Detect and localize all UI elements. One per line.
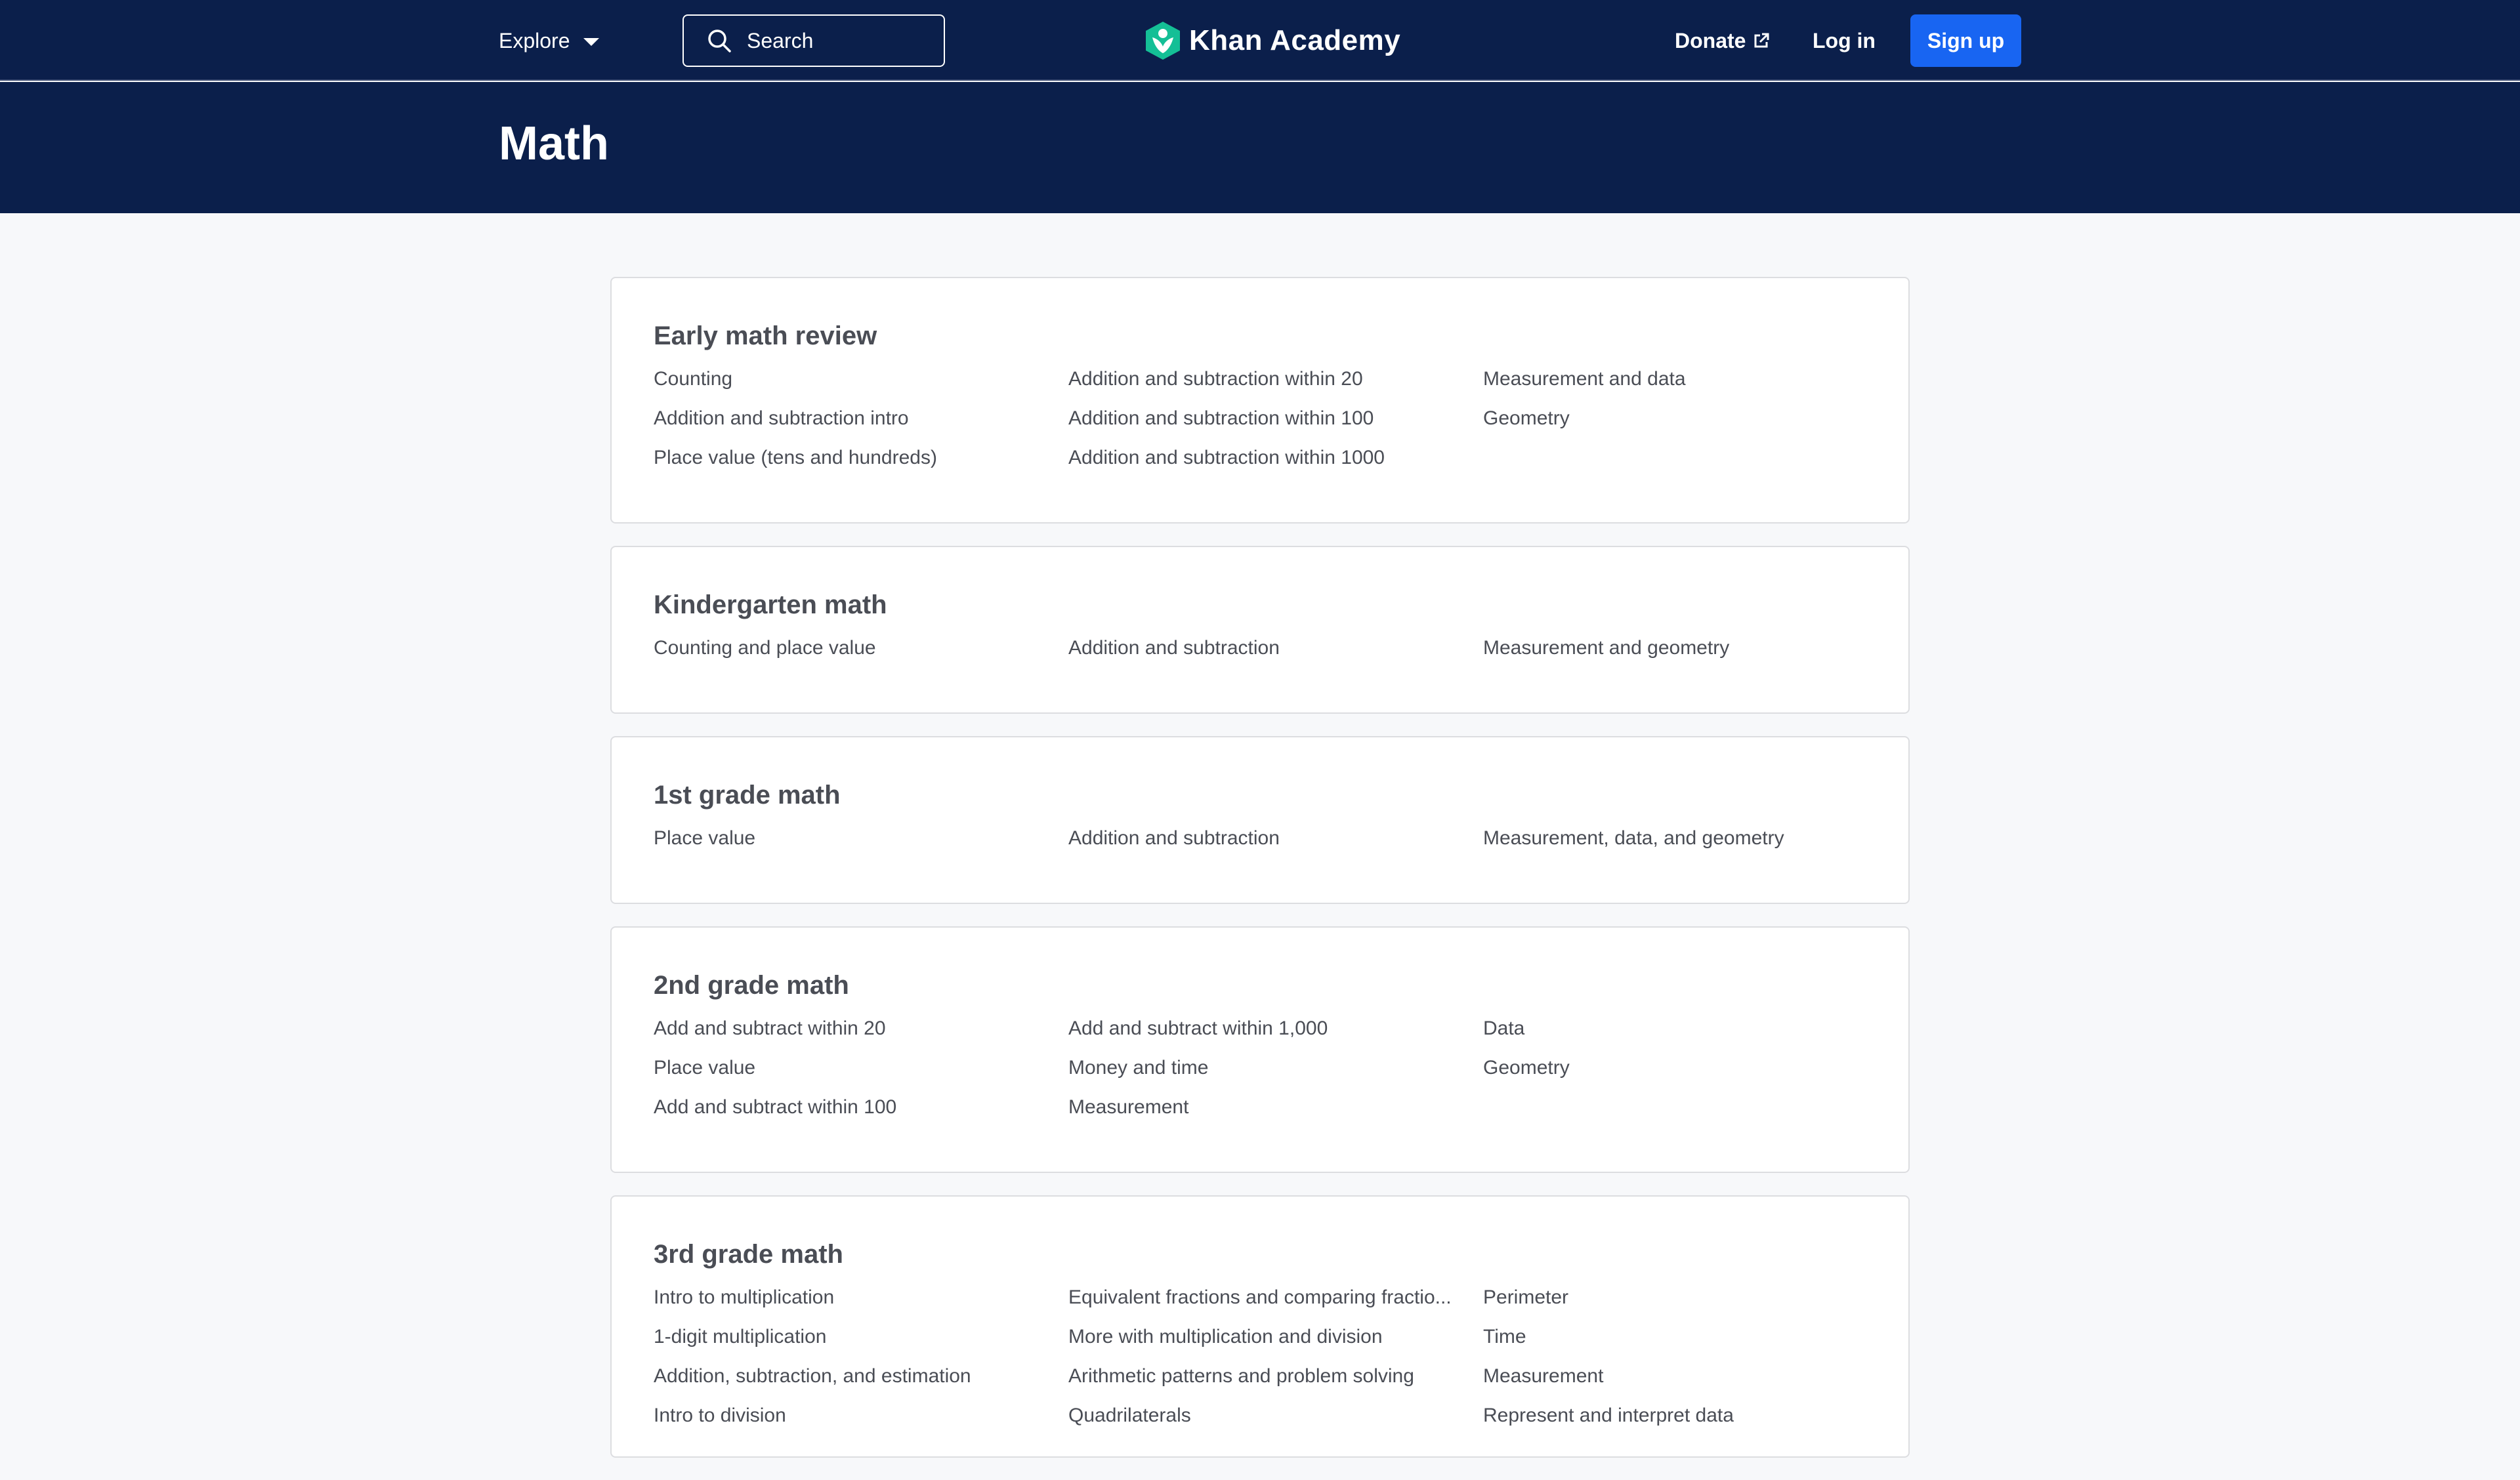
unit-link[interactable]: Intro to multiplication [654, 1285, 1068, 1324]
unit-link[interactable]: Equivalent fractions and comparing fract… [1068, 1285, 1483, 1324]
course-card: 2nd grade math Add and subtract within 2… [610, 926, 1910, 1173]
khan-academy-logo[interactable]: Khan Academy [1144, 20, 1400, 62]
unit-link[interactable]: Place value (tens and hundreds) [654, 445, 1068, 484]
unit-link[interactable]: Geometry [1483, 1055, 1864, 1094]
unit-link[interactable]: Measurement [1068, 1094, 1483, 1134]
unit-link[interactable]: Represent and interpret data [1483, 1403, 1864, 1442]
unit-link[interactable]: Measurement and geometry [1483, 635, 1864, 674]
search-placeholder: Search [747, 28, 814, 52]
unit-link[interactable]: Counting and place value [654, 635, 1068, 674]
unit-link[interactable]: Time [1483, 1324, 1864, 1363]
brand-name: Khan Academy [1189, 24, 1401, 56]
course-title[interactable]: 3rd grade math [654, 1241, 1866, 1267]
explore-menu-button[interactable]: Explore [499, 25, 599, 56]
unit-link[interactable]: Addition and subtraction within 100 [1068, 405, 1483, 445]
course-title[interactable]: Early math review [654, 323, 1866, 349]
unit-link[interactable]: Add and subtract within 1,000 [1068, 1016, 1483, 1055]
khan-academy-leaf-icon [1146, 22, 1180, 60]
page-title: Math [499, 117, 609, 170]
explore-label: Explore [499, 28, 570, 52]
unit-link[interactable]: Add and subtract within 100 [654, 1094, 1068, 1134]
unit-link[interactable]: Place value [654, 825, 1068, 865]
unit-link[interactable]: Addition and subtraction [1068, 635, 1483, 674]
unit-link[interactable]: Measurement, data, and geometry [1483, 825, 1864, 865]
unit-link[interactable]: 1-digit multiplication [654, 1324, 1068, 1363]
unit-link[interactable]: Addition and subtraction intro [654, 405, 1068, 445]
log-in-label: Log in [1813, 28, 1876, 52]
search-input[interactable]: Search [682, 14, 945, 67]
external-link-icon [1754, 33, 1769, 48]
unit-link[interactable]: Addition and subtraction within 1000 [1068, 445, 1483, 484]
sign-up-button[interactable]: Sign up [1910, 14, 2021, 67]
course-card: Kindergarten math Counting and place val… [610, 546, 1910, 714]
unit-link[interactable]: More with multiplication and division [1068, 1324, 1483, 1363]
unit-link[interactable]: Data [1483, 1016, 1864, 1055]
unit-link[interactable]: Measurement [1483, 1363, 1864, 1403]
unit-link[interactable]: Addition and subtraction [1068, 825, 1483, 865]
sign-up-label: Sign up [1927, 28, 2005, 52]
top-navigation-bar: Explore Search Khan Academy Donate Log i… [0, 0, 2520, 81]
unit-link[interactable]: Quadrilaterals [1068, 1403, 1483, 1442]
course-title[interactable]: 1st grade math [654, 782, 1866, 808]
unit-link[interactable]: Money and time [1068, 1055, 1483, 1094]
unit-link[interactable]: Counting [654, 366, 1068, 405]
unit-link[interactable]: Add and subtract within 20 [654, 1016, 1068, 1055]
caret-down-icon [583, 38, 599, 46]
unit-link[interactable]: Measurement and data [1483, 366, 1864, 405]
course-title[interactable]: Kindergarten math [654, 592, 1866, 618]
course-card: 1st grade math Place value Addition and … [610, 736, 1910, 904]
unit-link[interactable]: Perimeter [1483, 1285, 1864, 1324]
course-card: 3rd grade math Intro to multiplication 1… [610, 1195, 1910, 1458]
course-card: Early math review Counting Addition and … [610, 277, 1910, 524]
unit-link[interactable]: Arithmetic patterns and problem solving [1068, 1363, 1483, 1403]
search-icon [708, 30, 731, 52]
unit-link[interactable]: Addition, subtraction, and estimation [654, 1363, 1068, 1403]
unit-link[interactable]: Intro to division [654, 1403, 1068, 1442]
unit-link[interactable]: Geometry [1483, 405, 1864, 445]
course-list: Early math review Counting Addition and … [610, 277, 1910, 1480]
log-in-link[interactable]: Log in [1813, 26, 1876, 55]
unit-link[interactable]: Place value [654, 1055, 1068, 1094]
page-header: Math [0, 82, 2520, 213]
course-title[interactable]: 2nd grade math [654, 972, 1866, 998]
unit-link[interactable]: Addition and subtraction within 20 [1068, 366, 1483, 405]
donate-label: Donate [1675, 28, 1746, 52]
donate-link[interactable]: Donate [1675, 26, 1771, 55]
